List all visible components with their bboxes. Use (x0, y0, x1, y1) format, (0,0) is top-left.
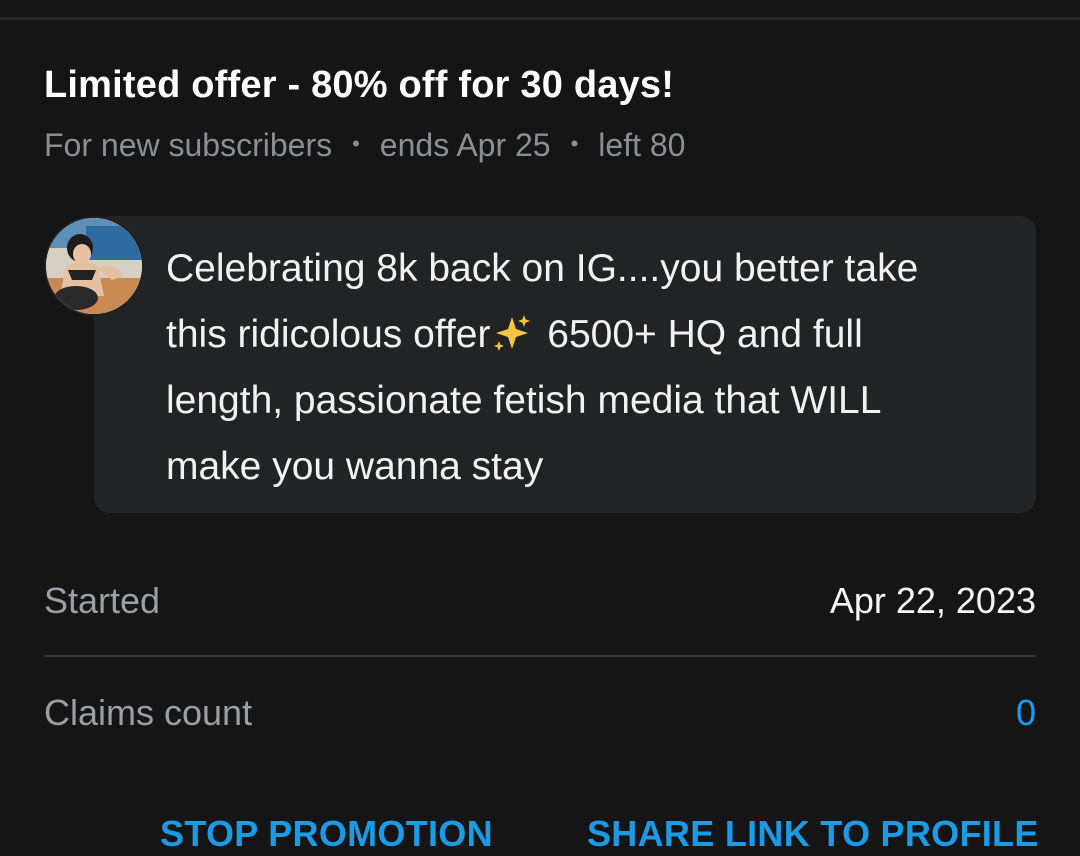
offer-end-date: ends Apr 25 (379, 127, 551, 163)
top-divider (0, 17, 1080, 20)
claims-count-label: Claims count (44, 692, 253, 733)
claims-count-value[interactable]: 0 (1016, 692, 1036, 734)
row-divider (44, 655, 1036, 657)
meta-separator: • (570, 130, 579, 156)
offer-title: Limited offer - 80% off for 30 days! (44, 64, 675, 106)
message-line: this ridicolous offer 6500+ HQ and full (166, 302, 1016, 368)
message-segment: 6500+ HQ and full (536, 313, 863, 356)
offer-audience: For new subscribers (44, 127, 333, 163)
started-value: Apr 22, 2023 (829, 580, 1036, 621)
share-link-button[interactable]: SHARE LINK TO PROFILE (587, 813, 1039, 855)
sparkles-icon (494, 315, 531, 351)
offer-remaining: left 80 (598, 127, 686, 163)
offer-meta: For new subscribers • ends Apr 25 • left… (44, 127, 685, 164)
started-label: Started (44, 580, 161, 621)
promotion-card: Limited offer - 80% off for 30 days! For… (0, 0, 1080, 856)
message-line: Celebrating 8k back on IG....you better … (166, 247, 919, 290)
avatar[interactable] (44, 216, 144, 316)
message-segment: this ridicolous offer (166, 313, 491, 356)
meta-separator: • (352, 130, 360, 156)
message-text: Celebrating 8k back on IG....you better … (166, 236, 1016, 500)
message-line: length, passionate fetish media that WIL… (166, 379, 882, 422)
stop-promotion-button[interactable]: STOP PROMOTION (160, 813, 493, 855)
message-line: make you wanna stay (166, 445, 544, 488)
avatar-image (46, 218, 142, 314)
